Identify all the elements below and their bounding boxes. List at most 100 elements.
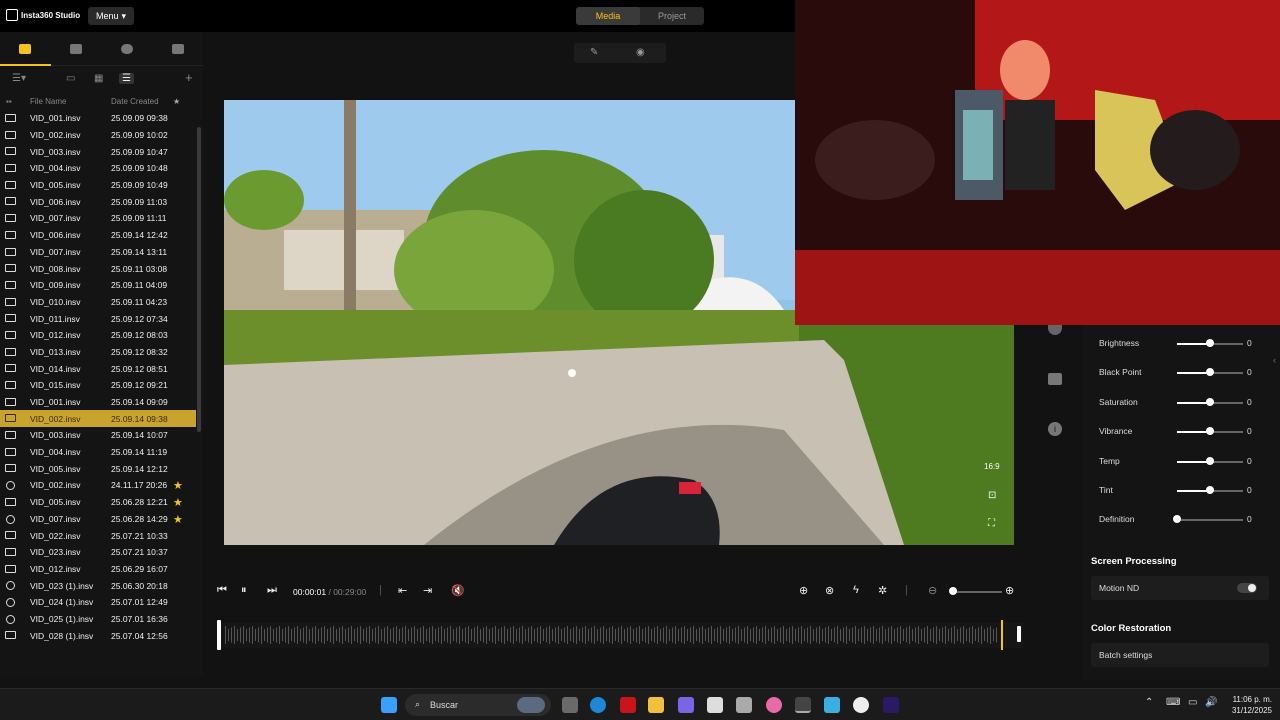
column-date-created[interactable]: Date Created <box>111 97 159 106</box>
file-row[interactable]: VID_007.insv 25.09.14 13:11 <box>0 244 196 261</box>
mute-icon[interactable]: 🔇 <box>451 584 465 597</box>
fullscreen-icon[interactable]: ⛶ <box>988 518 995 529</box>
file-row[interactable]: VID_004.insv 25.09.09 10:48 <box>0 160 196 177</box>
trim-end-icon[interactable]: ⇥ <box>423 584 432 597</box>
skip-forward-icon[interactable]: ⏭ <box>267 584 277 597</box>
file-row[interactable]: VID_001.insv 25.09.09 09:38 <box>0 110 196 127</box>
insta360-taskbar-icon[interactable] <box>795 697 811 713</box>
pause-icon[interactable]: ⏸ <box>241 584 247 597</box>
favorite-star-icon[interactable]: ★ <box>173 513 183 526</box>
file-row[interactable]: VID_005.insv 25.09.09 10:49 <box>0 177 196 194</box>
add-keyframe-icon[interactable]: ⊕ <box>799 584 808 597</box>
tab-cloud[interactable] <box>102 32 153 65</box>
eye-icon[interactable]: ◉ <box>636 47 645 58</box>
slider-knob[interactable] <box>1173 515 1181 524</box>
file-row[interactable]: VID_002.insv 24.11.17 20:26 ★ <box>0 477 196 494</box>
slider-knob[interactable] <box>1206 456 1214 465</box>
slack-icon[interactable] <box>707 697 723 713</box>
batch-settings-button[interactable]: Batch settings <box>1091 643 1269 667</box>
game-app-icon[interactable] <box>678 697 694 713</box>
display-icon[interactable]: ▭ <box>1188 697 1197 708</box>
file-row[interactable]: VID_005.insv 25.06.28 12:21 ★ <box>0 494 196 511</box>
slider-track[interactable] <box>1177 519 1243 522</box>
task-view-icon[interactable] <box>562 697 578 713</box>
tab-project[interactable]: Project <box>640 7 704 25</box>
app-icon[interactable] <box>736 697 752 713</box>
info-icon[interactable]: i <box>1048 422 1062 436</box>
tab-album[interactable] <box>51 32 102 65</box>
file-row[interactable]: VID_002.insv 25.09.09 10:02 <box>0 127 196 144</box>
favorite-star-icon[interactable]: ★ <box>173 496 183 509</box>
add-icon[interactable]: + <box>185 70 193 85</box>
zoom-slider-track[interactable] <box>950 591 1002 593</box>
file-row[interactable]: VID_003.insv 25.09.09 10:47 <box>0 143 196 160</box>
windows-start-icon[interactable] <box>381 697 397 713</box>
file-row[interactable]: VID_025 (1).insv 25.07.01 16:36 <box>0 611 196 628</box>
trim-end-marker[interactable] <box>1001 620 1003 650</box>
chrome-icon[interactable] <box>766 697 782 713</box>
menu-button[interactable]: Menu ▾ <box>88 7 134 25</box>
file-row[interactable]: VID_023.insv 25.07.21 10:37 <box>0 544 196 561</box>
notepad-icon[interactable] <box>824 697 840 713</box>
file-list-scrollbar[interactable] <box>197 127 201 432</box>
large-view-icon[interactable]: ▭ <box>66 73 75 84</box>
star-column-icon[interactable]: ★ <box>173 97 180 106</box>
favorite-star-icon[interactable]: ★ <box>173 479 183 492</box>
slider-knob[interactable] <box>1206 368 1214 377</box>
file-row[interactable]: VID_008.insv 25.09.11 03:08 <box>0 260 196 277</box>
file-row[interactable]: VID_007.insv 25.06.28 14:29 ★ <box>0 511 196 528</box>
tab-import[interactable] <box>152 32 203 65</box>
stack-icon[interactable] <box>1048 373 1062 385</box>
grid-view-icon[interactable]: ▦ <box>94 73 103 84</box>
file-row[interactable]: VID_012.insv 25.06.29 16:07 <box>0 561 196 578</box>
tab-media[interactable]: Media <box>576 7 640 25</box>
zoom-slider-knob[interactable] <box>948 587 957 595</box>
file-row[interactable]: VID_002.insv 25.09.14 09:38 <box>0 410 196 428</box>
file-row[interactable]: VID_024 (1).insv 25.07.01 12:49 <box>0 594 196 611</box>
file-row[interactable]: VID_013.insv 25.09.12 08:32 <box>0 344 196 361</box>
timeline[interactable] <box>217 618 1023 650</box>
magic-icon[interactable]: ✲ <box>878 584 887 597</box>
file-row[interactable]: VID_014.insv 25.09.12 08:51 <box>0 360 196 377</box>
tray-chevron-icon[interactable]: ⌃ <box>1145 697 1153 708</box>
edit-icon[interactable]: ✎ <box>590 47 598 58</box>
timeline-track[interactable] <box>217 618 1023 650</box>
ai-track-icon[interactable]: ⊗ <box>825 584 834 597</box>
file-row[interactable]: VID_005.insv 25.09.14 12:12 <box>0 460 196 477</box>
keyboard-icon[interactable]: ⌨ <box>1166 697 1180 708</box>
file-row[interactable]: VID_001.insv 25.09.14 09:09 <box>0 394 196 411</box>
edge-icon[interactable] <box>590 697 606 713</box>
file-row[interactable]: VID_007.insv 25.09.09 11:11 <box>0 210 196 227</box>
file-row[interactable]: VID_011.insv 25.09.12 07:34 <box>0 310 196 327</box>
red-app-icon[interactable] <box>620 697 636 713</box>
tab-local[interactable] <box>0 32 51 66</box>
file-row[interactable]: VID_003.insv 25.09.14 10:07 <box>0 427 196 444</box>
file-row[interactable]: VID_004.insv 25.09.14 11:19 <box>0 444 196 461</box>
slider-knob[interactable] <box>1206 339 1214 347</box>
taskbar-clock[interactable]: 11:06 p. m. 31/12/2025 <box>1222 694 1272 716</box>
file-row[interactable]: VID_022.insv 25.07.21 10:33 <box>0 527 196 544</box>
column-file-name[interactable]: File Name <box>30 97 66 106</box>
media-player-icon[interactable] <box>853 697 869 713</box>
zoom-in-icon[interactable]: ⊕ <box>1005 584 1014 597</box>
file-row[interactable]: VID_023 (1).insv 25.06.30 20:18 <box>0 577 196 594</box>
file-row[interactable]: VID_010.insv 25.09.11 04:23 <box>0 294 196 311</box>
color-icon[interactable] <box>1048 325 1062 335</box>
slider-knob[interactable] <box>1206 427 1214 436</box>
timeline-playhead[interactable] <box>217 620 221 650</box>
flash-icon[interactable]: ϟ <box>853 584 859 596</box>
sort-icon[interactable]: ☰▾ <box>12 73 26 84</box>
taskbar-search[interactable]: ⌕ Buscar <box>405 694 551 716</box>
trim-end-handle[interactable] <box>1017 626 1021 642</box>
file-row[interactable]: VID_015.insv 25.09.12 09:21 <box>0 377 196 394</box>
file-row[interactable]: VID_028 (1).insv 25.07.04 12:56 <box>0 627 196 644</box>
volume-icon[interactable]: 🔊 <box>1205 697 1217 708</box>
premiere-icon[interactable] <box>883 697 899 713</box>
file-explorer-icon[interactable] <box>648 697 664 713</box>
crop-icon[interactable]: ⊡ <box>988 490 996 501</box>
file-row[interactable]: VID_006.insv 25.09.09 11:03 <box>0 193 196 210</box>
motion-nd-toggle[interactable] <box>1237 583 1257 593</box>
skip-back-icon[interactable]: ⏮ <box>217 584 227 597</box>
zoom-out-icon[interactable]: ⊖ <box>928 584 937 597</box>
list-view-icon[interactable]: ☰ <box>119 73 134 84</box>
